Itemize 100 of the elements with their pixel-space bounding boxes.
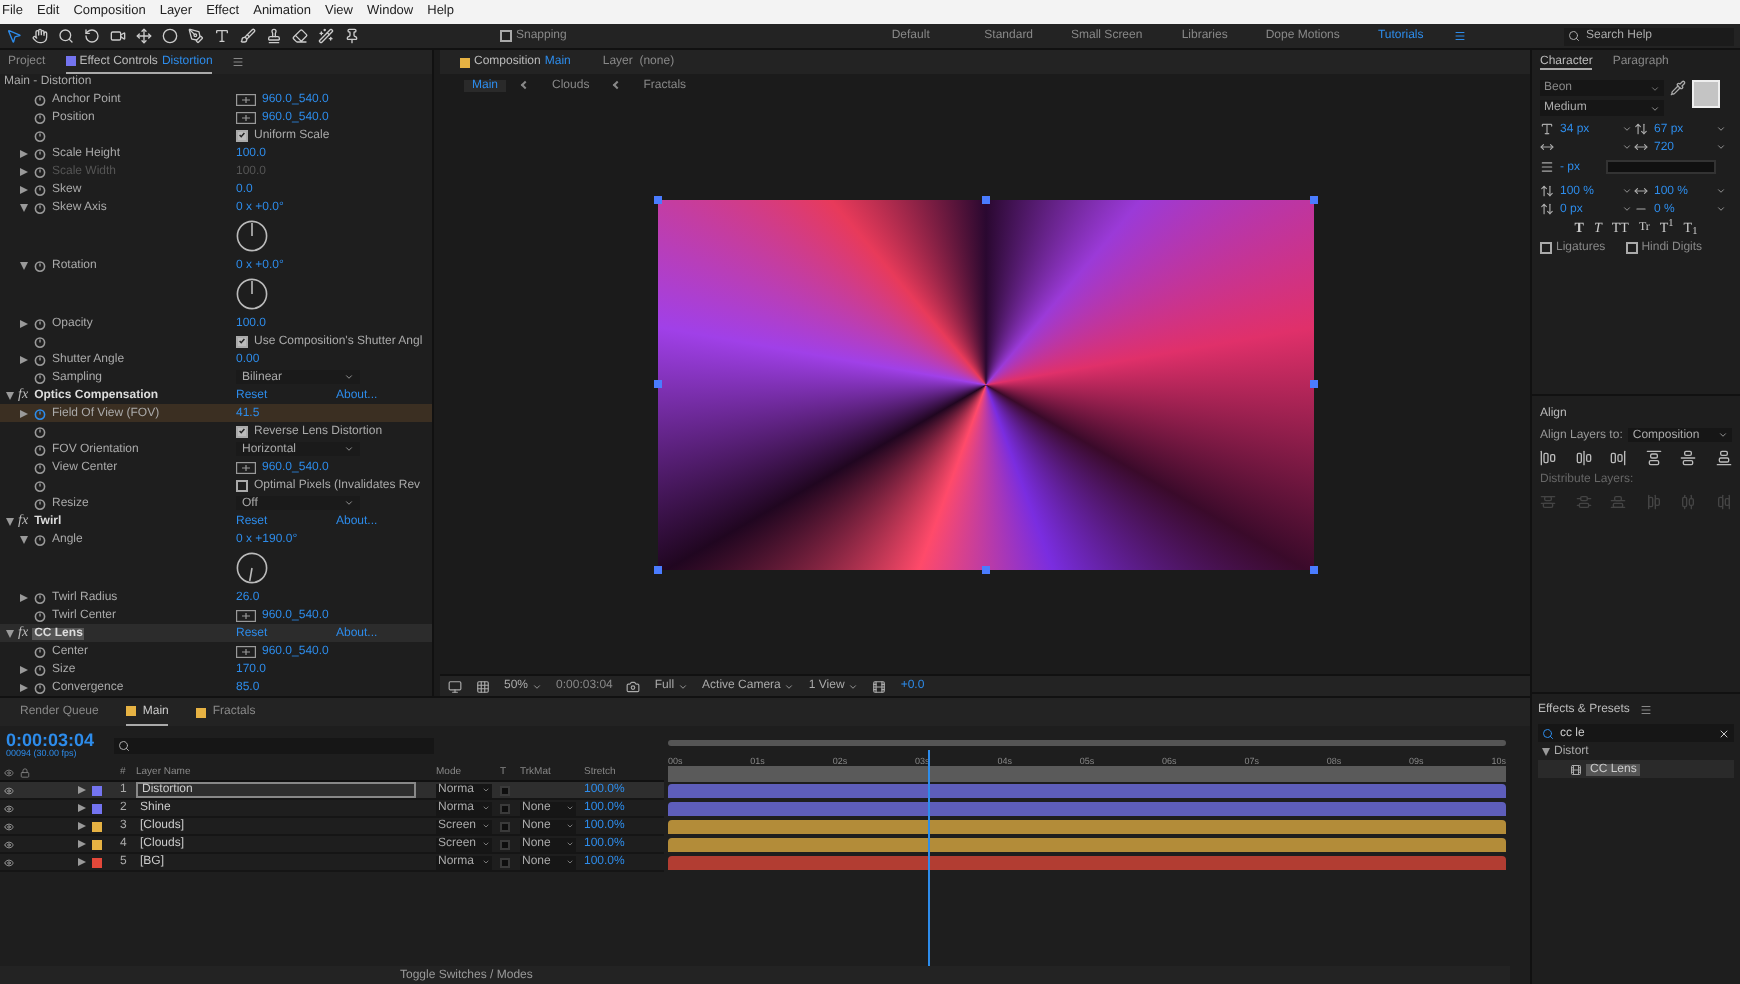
stopwatch-icon[interactable]	[34, 609, 46, 621]
crosshair-target-icon[interactable]	[236, 111, 256, 123]
align-icon[interactable]	[1610, 450, 1627, 466]
menu-icon[interactable]	[232, 56, 245, 68]
angle-dial[interactable]	[236, 278, 268, 310]
eye-icon[interactable]	[4, 839, 14, 849]
pan-tool-icon[interactable]	[136, 28, 152, 44]
type-tool-icon[interactable]	[214, 28, 230, 44]
stopwatch-icon[interactable]	[34, 353, 46, 365]
expand-triangle-icon[interactable]	[20, 535, 28, 543]
align-icon[interactable]	[1645, 450, 1662, 466]
expand-triangle-icon[interactable]	[6, 629, 14, 637]
stopwatch-icon[interactable]	[34, 461, 46, 473]
expand-triangle-icon[interactable]	[20, 261, 28, 269]
zoom-tool-icon[interactable]	[58, 28, 74, 44]
eye-icon[interactable]	[4, 821, 14, 831]
angle-dial[interactable]	[236, 220, 268, 252]
stopwatch-icon[interactable]	[34, 663, 46, 675]
checkbox[interactable]	[236, 129, 248, 141]
checkbox[interactable]	[236, 335, 248, 347]
checkbox[interactable]	[1540, 242, 1552, 254]
film-icon[interactable]	[872, 679, 887, 693]
stamp-tool-icon[interactable]	[266, 28, 282, 44]
grid-icon[interactable]	[476, 679, 490, 693]
label-color-swatch[interactable]	[92, 785, 102, 795]
collapse-triangle-icon[interactable]	[20, 319, 28, 327]
selection-handle[interactable]	[653, 196, 661, 204]
checkbox[interactable]	[1625, 242, 1638, 254]
rotate-tool-icon[interactable]	[84, 28, 100, 44]
stopwatch-icon[interactable]	[34, 533, 46, 545]
camera-tool-icon[interactable]	[110, 28, 126, 44]
fill-color-swatch[interactable]	[1692, 80, 1720, 108]
pin-tool-icon[interactable]	[344, 28, 360, 44]
stopwatch-icon[interactable]	[34, 335, 46, 347]
stopwatch-icon[interactable]	[34, 111, 46, 123]
stopwatch-icon[interactable]	[34, 259, 46, 271]
eyedropper-icon[interactable]	[1670, 80, 1686, 96]
preserve-transparency-checkbox[interactable]	[500, 821, 510, 831]
camera-icon[interactable]	[626, 679, 641, 693]
close-icon[interactable]	[1718, 727, 1730, 739]
stopwatch-icon[interactable]	[34, 497, 46, 509]
stopwatch-icon[interactable]	[34, 371, 46, 383]
label-color-swatch[interactable]	[92, 857, 102, 867]
selection-handle[interactable]	[981, 196, 989, 204]
hand-tool-icon[interactable]	[32, 28, 48, 44]
menu-icon[interactable]	[1639, 704, 1652, 716]
selection-handle[interactable]	[981, 566, 989, 574]
collapse-triangle-icon[interactable]	[20, 409, 28, 417]
stopwatch-icon[interactable]	[34, 93, 46, 105]
collapse-triangle-icon[interactable]	[20, 185, 28, 193]
preserve-transparency-checkbox[interactable]	[500, 785, 510, 795]
menu-icon[interactable]	[1454, 30, 1467, 42]
crosshair-target-icon[interactable]	[236, 93, 256, 105]
selection-handle[interactable]	[1309, 380, 1317, 388]
expand-triangle-icon[interactable]	[6, 517, 14, 525]
stopwatch-icon[interactable]	[34, 183, 46, 195]
align-icon[interactable]	[1540, 450, 1556, 466]
ellipse-tool-icon[interactable]	[162, 28, 178, 44]
eye-icon[interactable]	[4, 785, 14, 795]
pen-tool-icon[interactable]	[188, 28, 204, 44]
stopwatch-icon[interactable]	[34, 317, 46, 329]
collapse-triangle-icon[interactable]	[20, 665, 28, 673]
eye-icon[interactable]	[4, 857, 14, 867]
align-icon[interactable]	[1680, 450, 1697, 466]
timecode[interactable]: 0:00:03:04	[6, 732, 95, 751]
eraser-tool-icon[interactable]	[292, 28, 308, 44]
align-icon[interactable]	[1715, 450, 1732, 466]
stopwatch-icon[interactable]	[34, 201, 46, 213]
brush-tool-icon[interactable]	[240, 28, 256, 44]
checkbox[interactable]	[236, 425, 248, 437]
stopwatch-icon[interactable]	[34, 479, 46, 491]
stopwatch-icon[interactable]	[34, 443, 46, 455]
crosshair-target-icon[interactable]	[236, 645, 256, 657]
label-color-swatch[interactable]	[92, 839, 102, 849]
preserve-transparency-checkbox[interactable]	[500, 803, 510, 813]
stopwatch-icon[interactable]	[34, 425, 46, 437]
collapse-triangle-icon[interactable]	[20, 355, 28, 363]
label-color-swatch[interactable]	[92, 821, 102, 831]
stopwatch-icon[interactable]	[34, 407, 46, 419]
selection-handle[interactable]	[1309, 566, 1317, 574]
layer-search-field[interactable]	[114, 738, 435, 754]
stopwatch-icon[interactable]	[34, 591, 46, 603]
collapse-triangle-icon[interactable]	[20, 593, 28, 601]
checkbox[interactable]	[236, 479, 248, 491]
stopwatch-icon[interactable]	[34, 645, 46, 657]
angle-dial[interactable]	[236, 552, 268, 584]
eye-icon[interactable]	[4, 803, 14, 813]
stopwatch-icon[interactable]	[34, 147, 46, 159]
monitor-icon[interactable]	[448, 679, 462, 693]
expand-triangle-icon[interactable]	[20, 203, 28, 211]
preserve-transparency-checkbox[interactable]	[500, 857, 510, 867]
selection-handle[interactable]	[1309, 196, 1317, 204]
collapse-triangle-icon[interactable]	[20, 149, 28, 157]
selection-tool-icon[interactable]	[6, 28, 22, 44]
selection-handle[interactable]	[653, 380, 661, 388]
checkbox[interactable]	[500, 30, 512, 42]
align-icon[interactable]	[1575, 450, 1592, 466]
label-color-swatch[interactable]	[92, 803, 102, 813]
selection-handle[interactable]	[653, 566, 661, 574]
preserve-transparency-checkbox[interactable]	[500, 839, 510, 849]
